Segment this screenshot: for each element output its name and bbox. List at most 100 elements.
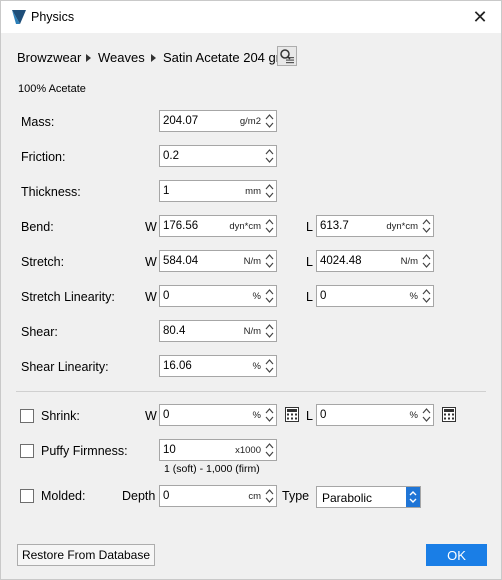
close-button[interactable]: ✕ <box>459 1 501 33</box>
bend-label: Bend: <box>21 220 54 234</box>
bend-w-label: W <box>145 220 157 234</box>
thickness-unit: mm <box>245 186 261 197</box>
spinner-arrows-icon[interactable] <box>264 182 275 200</box>
stretch-w-unit: N/m <box>243 256 261 267</box>
depth-label: Depth <box>122 489 156 503</box>
friction-label: Friction: <box>21 150 66 164</box>
stretch-linearity-l-label: L <box>306 290 313 304</box>
title-bar: Physics ✕ <box>1 1 501 33</box>
spinner-arrows-icon[interactable] <box>264 357 275 375</box>
molded-checkbox[interactable] <box>20 489 34 503</box>
restore-from-database-button[interactable]: Restore From Database <box>17 544 155 566</box>
shear-linearity-label: Shear Linearity: <box>21 360 109 374</box>
type-select-value: Parabolic <box>322 491 373 505</box>
depth-value: 0 <box>163 490 170 502</box>
shrink-w-unit: % <box>252 410 261 421</box>
puffy-firmness-unit: x1000 <box>235 445 261 456</box>
type-select[interactable]: Parabolic <box>316 486 421 508</box>
breadcrumb-weaves[interactable]: Weaves <box>98 50 145 65</box>
spinner-arrows-icon[interactable] <box>264 487 275 505</box>
section-divider <box>16 391 486 392</box>
friction-field[interactable]: 0.2 <box>159 145 277 167</box>
puffy-range-hint: 1 (soft) - 1,000 (firm) <box>164 463 260 475</box>
window-title: Physics <box>31 10 75 24</box>
friction-value: 0.2 <box>163 150 179 162</box>
shear-field[interactable]: 80.4 N/m <box>159 320 277 342</box>
spinner-arrows-icon[interactable] <box>421 287 432 305</box>
shrink-l-value: 0 <box>320 409 327 421</box>
shrink-label: Shrink: <box>41 409 80 423</box>
spinner-arrows-icon[interactable] <box>264 147 275 165</box>
thickness-label: Thickness: <box>21 185 81 199</box>
spinner-arrows-icon[interactable] <box>264 217 275 235</box>
shrink-w-field[interactable]: 0 % <box>159 404 277 426</box>
material-search-button[interactable] <box>277 46 297 66</box>
bend-w-value: 176.56 <box>163 220 199 232</box>
spinner-arrows-icon[interactable] <box>421 406 432 424</box>
spinner-arrows-icon[interactable] <box>264 322 275 340</box>
stretch-linearity-w-unit: % <box>252 291 261 302</box>
spinner-arrows-icon[interactable] <box>264 406 275 424</box>
up-down-chevron-icon <box>409 491 417 503</box>
stretch-linearity-w-value: 0 <box>163 290 170 302</box>
breadcrumb-browzwear[interactable]: Browzwear <box>17 50 81 65</box>
stretch-linearity-l-unit: % <box>409 291 418 302</box>
breadcrumb-arrow-icon <box>151 54 156 62</box>
stretch-linearity-l-value: 0 <box>320 290 327 302</box>
shear-linearity-field[interactable]: 16.06 % <box>159 355 277 377</box>
stretch-w-value: 584.04 <box>163 255 199 267</box>
shrink-l-label: L <box>306 409 313 423</box>
depth-unit: cm <box>248 491 261 502</box>
spinner-arrows-icon[interactable] <box>264 112 275 130</box>
type-select-toggle[interactable] <box>406 487 420 507</box>
bend-l-unit: dyn*cm <box>386 221 418 232</box>
bend-l-label: L <box>306 220 313 234</box>
shrink-checkbox[interactable] <box>20 409 34 423</box>
shear-value: 80.4 <box>163 325 186 337</box>
mass-value: 204.07 <box>163 115 199 127</box>
bend-w-field[interactable]: 176.56 dyn*cm <box>159 215 277 237</box>
shear-label: Shear: <box>21 325 58 339</box>
shrink-l-field[interactable]: 0 % <box>316 404 434 426</box>
bend-l-field[interactable]: 613.7 dyn*cm <box>316 215 434 237</box>
depth-field[interactable]: 0 cm <box>159 485 277 507</box>
mass-label: Mass: <box>21 115 55 129</box>
stretch-l-field[interactable]: 4024.48 N/m <box>316 250 434 272</box>
puffy-firmness-checkbox[interactable] <box>20 444 34 458</box>
shear-linearity-unit: % <box>252 361 261 372</box>
material-description: 100% Acetate <box>18 83 86 95</box>
spinner-arrows-icon[interactable] <box>264 252 275 270</box>
stretch-linearity-l-field[interactable]: 0 % <box>316 285 434 307</box>
stretch-linearity-w-label: W <box>145 290 157 304</box>
stretch-l-label: L <box>306 255 313 269</box>
calculator-icon[interactable] <box>285 407 299 422</box>
physics-dialog: Physics ✕ Browzwear Weaves Satin Acetate… <box>0 0 502 580</box>
shrink-l-unit: % <box>409 410 418 421</box>
spinner-arrows-icon[interactable] <box>264 287 275 305</box>
spinner-arrows-icon[interactable] <box>264 441 275 459</box>
molded-label: Molded: <box>41 489 86 503</box>
shear-unit: N/m <box>243 326 261 337</box>
thickness-field[interactable]: 1 mm <box>159 180 277 202</box>
spinner-arrows-icon[interactable] <box>421 217 432 235</box>
stretch-w-label: W <box>145 255 157 269</box>
mass-field[interactable]: 204.07 g/m2 <box>159 110 277 132</box>
close-icon: ✕ <box>472 6 488 27</box>
stretch-linearity-w-field[interactable]: 0 % <box>159 285 277 307</box>
puffy-firmness-field[interactable]: 10 x1000 <box>159 439 277 461</box>
stretch-l-value: 4024.48 <box>320 255 362 267</box>
thickness-value: 1 <box>163 185 170 197</box>
spinner-arrows-icon[interactable] <box>421 252 432 270</box>
mass-unit: g/m2 <box>239 116 261 127</box>
breadcrumb-material: Satin Acetate 204 gr <box>163 50 281 65</box>
shrink-w-label: W <box>145 409 157 423</box>
puffy-firmness-value: 10 <box>163 444 176 456</box>
shrink-w-value: 0 <box>163 409 170 421</box>
magnifier-list-icon <box>280 49 294 64</box>
stretch-w-field[interactable]: 584.04 N/m <box>159 250 277 272</box>
ok-button[interactable]: OK <box>426 544 487 566</box>
stretch-l-unit: N/m <box>400 256 418 267</box>
stretch-label: Stretch: <box>21 255 65 269</box>
calculator-icon[interactable] <box>442 407 456 422</box>
bend-l-value: 613.7 <box>320 220 349 232</box>
